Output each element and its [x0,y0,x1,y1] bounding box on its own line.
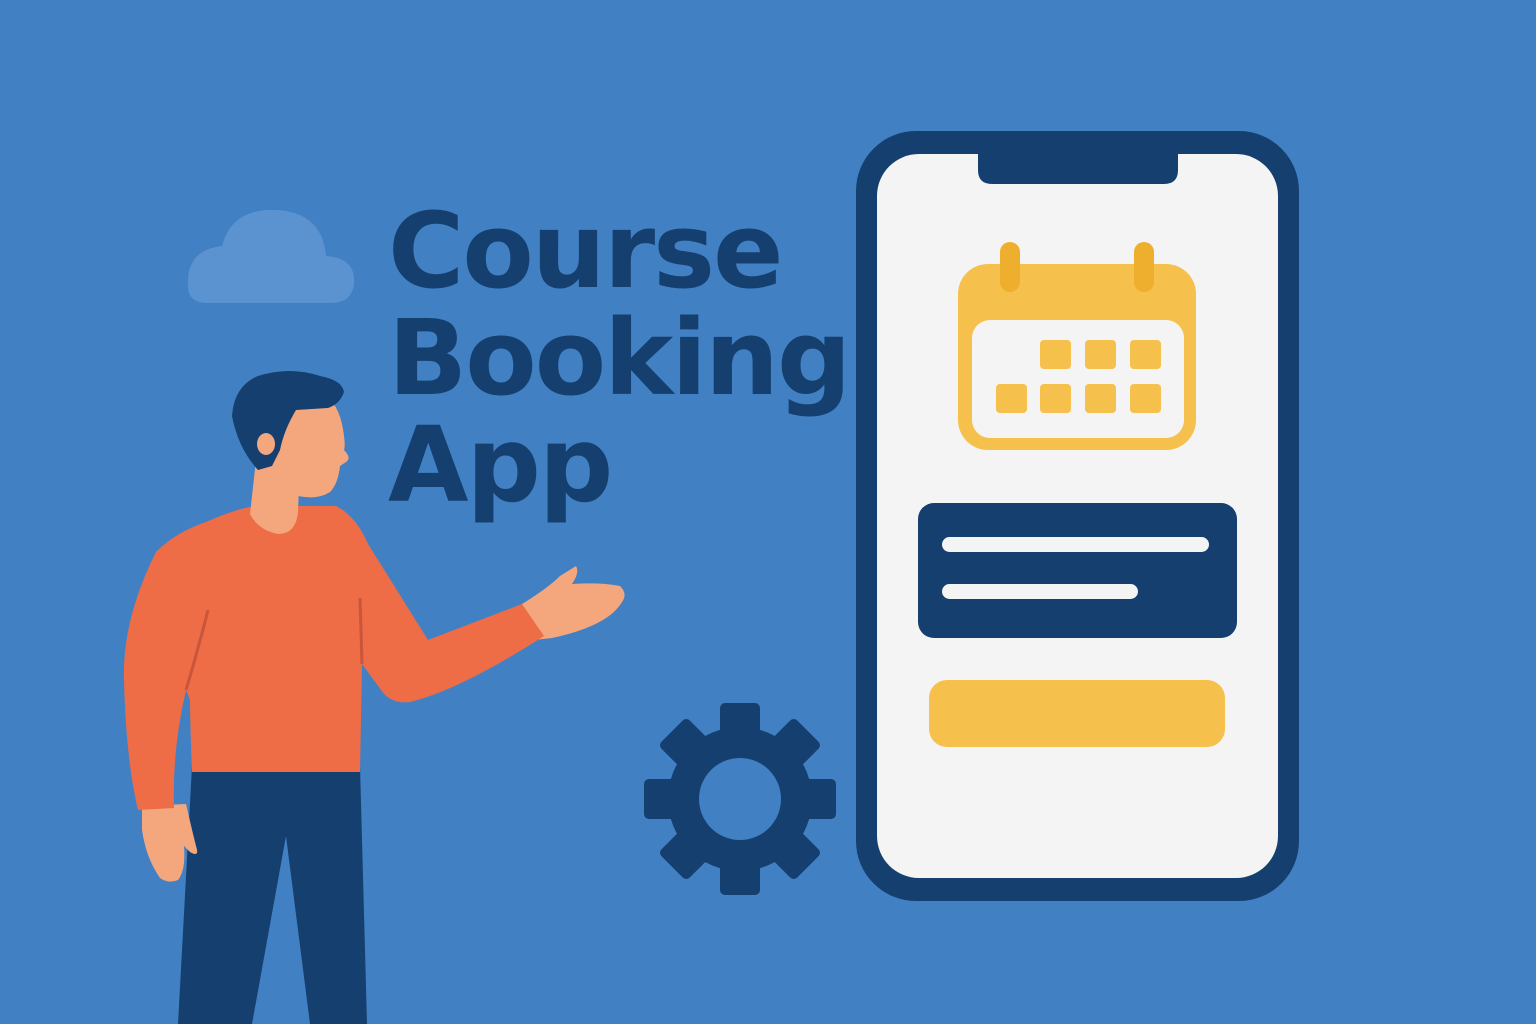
title-line-1: Course [388,190,784,312]
person-pants [178,766,367,1024]
course-info-card [918,503,1237,638]
cloud-icon [187,209,355,303]
app-title: Course Booking App [388,190,851,526]
person-shirt [123,506,544,810]
calendar-icon [958,242,1196,450]
gear-icon [644,703,836,895]
book-button[interactable] [929,680,1225,747]
title-line-3: App [388,404,613,526]
title-line-2: Booking [388,297,851,419]
phone-notch [978,150,1178,184]
illustration: Course Booking App [0,0,1536,1024]
